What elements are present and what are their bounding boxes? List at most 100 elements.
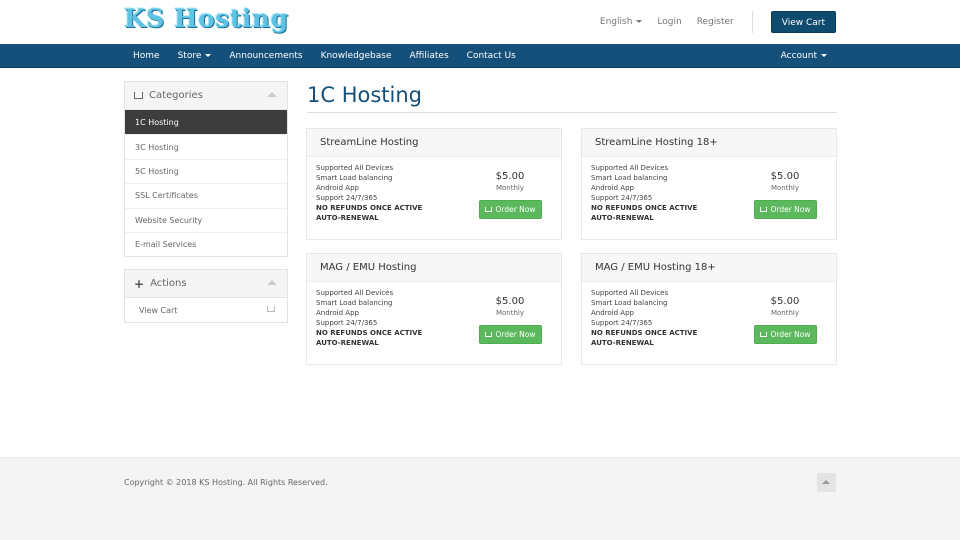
feature-line: Smart Load balancing [316, 299, 393, 307]
product-card: MAG / EMU Hosting Supported All Devices … [306, 253, 562, 365]
plus-icon: + [134, 276, 145, 291]
billing-cycle: Monthly [770, 184, 800, 192]
product-features: Supported All Devices Smart Load balanci… [316, 288, 422, 348]
nav-knowledgebase[interactable]: Knowledgebase [312, 51, 401, 61]
nav-contact-us[interactable]: Contact Us [458, 51, 525, 61]
feature-line: Supported All Devices [591, 289, 669, 297]
nav-account-label: Account [780, 51, 817, 61]
nav-store-label: Store [177, 51, 202, 61]
product-name: MAG / EMU Hosting [307, 254, 561, 282]
feature-line: NO REFUNDS ONCE ACTIVE [591, 204, 698, 212]
order-now-label: Order Now [495, 205, 536, 214]
order-now-label: Order Now [770, 205, 811, 214]
order-now-label: Order Now [770, 330, 811, 339]
language-label: English [599, 17, 633, 27]
product-card: MAG / EMU Hosting 18+ Supported All Devi… [581, 253, 837, 365]
feature-line: Support 24/7/365 [591, 194, 653, 202]
nav-home[interactable]: Home [124, 51, 169, 61]
feature-line: Support 24/7/365 [316, 194, 378, 202]
feature-line: Android App [591, 309, 634, 317]
feature-line: Supported All Devices [316, 164, 394, 172]
feature-line: Smart Load balancing [316, 174, 393, 182]
product-price: $5.00 [770, 171, 800, 182]
actions-title: Actions [150, 278, 187, 289]
product-price: $5.00 [495, 296, 525, 307]
back-to-top-button[interactable] [817, 473, 836, 492]
actions-panel: + Actions View Cart [124, 269, 288, 323]
feature-line: NO REFUNDS ONCE ACTIVE [316, 204, 423, 212]
chevron-up-icon [822, 480, 830, 484]
header-divider [751, 11, 753, 33]
footer: Copyright © 2018 KS Hosting. All Rights … [0, 457, 960, 540]
billing-cycle: Monthly [770, 309, 800, 317]
chevron-up-icon[interactable] [267, 92, 277, 97]
feature-line: Smart Load balancing [591, 174, 668, 182]
top-links: English Login Register View Cart [585, 11, 836, 33]
language-selector[interactable]: English [600, 17, 643, 27]
feature-line: AUTO-RENEWAL [591, 339, 654, 347]
feature-line: NO REFUNDS ONCE ACTIVE [591, 329, 698, 337]
action-view-cart-label: View Cart [139, 305, 178, 315]
product-features: Supported All Devices Smart Load balanci… [316, 163, 422, 223]
product-card: StreamLine Hosting Supported All Devices… [306, 128, 562, 240]
order-now-label: Order Now [495, 330, 536, 339]
categories-panel: Categories 1C Hosting 3C Hosting 5C Host… [124, 81, 288, 258]
view-cart-button[interactable]: View Cart [770, 11, 836, 33]
product-name: MAG / EMU Hosting 18+ [582, 254, 836, 282]
chevron-down-icon [636, 20, 643, 23]
category-5c-hosting[interactable]: 5C Hosting [125, 158, 287, 183]
order-now-button[interactable]: Order Now [479, 325, 542, 344]
product-features: Supported All Devices Smart Load balanci… [591, 163, 697, 223]
feature-line: AUTO-RENEWAL [316, 339, 379, 347]
nav-affiliates[interactable]: Affiliates [401, 51, 458, 61]
category-website-security[interactable]: Website Security [125, 207, 287, 232]
feature-line: AUTO-RENEWAL [591, 214, 654, 222]
product-price: $5.00 [495, 171, 525, 182]
feature-line: Android App [316, 184, 359, 192]
shopping-cart-icon [267, 306, 275, 312]
site-logo[interactable]: KS Hosting [124, 4, 289, 33]
order-now-button[interactable]: Order Now [754, 200, 817, 219]
product-name: StreamLine Hosting [307, 129, 561, 157]
main-nav: Home Store Announcements Knowledgebase A… [0, 44, 960, 68]
category-ssl-certificates[interactable]: SSL Certificates [125, 183, 287, 207]
category-3c-hosting[interactable]: 3C Hosting [125, 134, 287, 158]
product-name: StreamLine Hosting 18+ [582, 129, 836, 157]
billing-cycle: Monthly [495, 309, 525, 317]
feature-line: NO REFUNDS ONCE ACTIVE [316, 329, 423, 337]
feature-line: AUTO-RENEWAL [316, 214, 379, 222]
page-title: 1C Hosting [307, 83, 422, 107]
feature-line: Support 24/7/365 [591, 319, 653, 327]
feature-line: Smart Load balancing [591, 299, 668, 307]
categories-header[interactable]: Categories [125, 82, 287, 110]
category-email-services[interactable]: E-mail Services [125, 231, 287, 256]
shopping-cart-icon [760, 207, 768, 212]
feature-line: Supported All Devices [591, 164, 669, 172]
order-now-button[interactable]: Order Now [754, 325, 817, 344]
product-card: StreamLine Hosting 18+ Supported All Dev… [581, 128, 837, 240]
order-now-button[interactable]: Order Now [479, 200, 542, 219]
feature-line: Support 24/7/365 [316, 319, 378, 327]
shopping-cart-icon [485, 332, 493, 337]
login-link[interactable]: Login [657, 17, 681, 27]
actions-header[interactable]: + Actions [125, 270, 287, 298]
shopping-cart-icon [485, 207, 493, 212]
chevron-down-icon [205, 54, 212, 57]
register-link[interactable]: Register [697, 17, 734, 27]
chevron-up-icon[interactable] [267, 280, 277, 285]
feature-line: Android App [316, 309, 359, 317]
copyright-text: Copyright © 2018 KS Hosting. All Rights … [124, 478, 328, 487]
category-1c-hosting[interactable]: 1C Hosting [125, 110, 287, 135]
action-view-cart[interactable]: View Cart [125, 298, 287, 322]
nav-account[interactable]: Account [772, 51, 836, 61]
feature-line: Android App [591, 184, 634, 192]
top-header: KS Hosting English Login Register View C… [0, 0, 960, 44]
nav-store[interactable]: Store [169, 51, 221, 61]
billing-cycle: Monthly [495, 184, 525, 192]
shopping-cart-icon [134, 92, 143, 99]
product-features: Supported All Devices Smart Load balanci… [591, 288, 697, 348]
title-divider [307, 112, 837, 113]
feature-line: Supported All Devices [316, 289, 394, 297]
nav-announcements[interactable]: Announcements [220, 51, 311, 61]
product-price: $5.00 [770, 296, 800, 307]
